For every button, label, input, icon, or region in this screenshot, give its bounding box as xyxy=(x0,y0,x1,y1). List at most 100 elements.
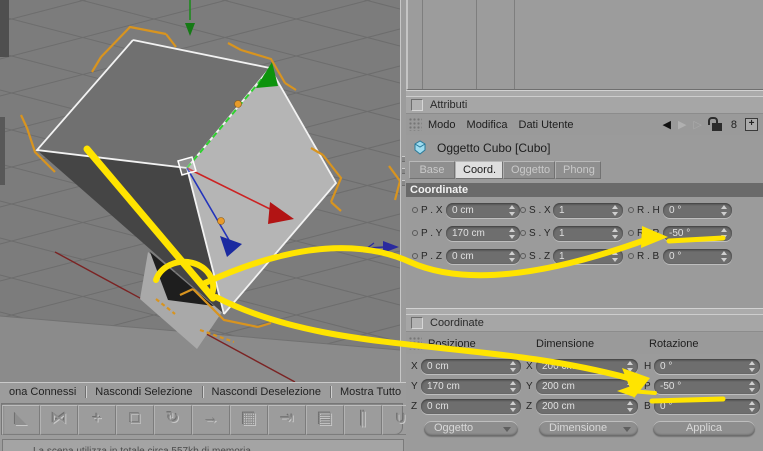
tab-base[interactable]: Base xyxy=(409,161,455,179)
column-divider xyxy=(514,0,515,89)
stepper-icon[interactable] xyxy=(612,250,619,262)
menu-item-seleziona-connessi[interactable]: ona Connessi xyxy=(0,386,85,398)
rotate-tool-icon[interactable]: ↻ xyxy=(154,405,192,435)
sy-field[interactable]: 1 xyxy=(553,225,623,241)
anim-dot-icon[interactable] xyxy=(628,207,634,213)
object-title: Oggetto Cubo [Cubo] xyxy=(437,140,551,155)
create-polygon-tool-icon[interactable]: □ xyxy=(116,405,154,435)
stepper-icon[interactable] xyxy=(612,227,619,239)
mesh-edit-menubar: ona Connessi Nascondi Selezione Nascondi… xyxy=(0,382,406,401)
stepper-icon[interactable] xyxy=(509,204,516,216)
anim-dot-icon[interactable] xyxy=(412,207,418,213)
applica-button[interactable]: Applica xyxy=(653,421,755,436)
column-dimensione: Dimensione xyxy=(536,337,595,350)
dim-z-field[interactable]: 200 cm xyxy=(536,398,638,414)
history-forward-icon[interactable]: ▶ xyxy=(678,118,686,131)
stepper-icon[interactable] xyxy=(612,204,619,216)
tab-phong[interactable]: Phong xyxy=(555,161,601,179)
mirror-tool-icon[interactable]: ⋈ xyxy=(40,405,78,435)
gizmo-center-handle[interactable] xyxy=(177,156,197,176)
anim-dot-icon[interactable] xyxy=(628,253,634,259)
stepper-icon[interactable] xyxy=(509,250,516,262)
anim-dot-icon[interactable] xyxy=(520,230,526,236)
anim-dot-icon[interactable] xyxy=(520,207,526,213)
menu-item-nascondi-selezione[interactable]: Nascondi Selezione xyxy=(85,386,201,398)
menu-modifica[interactable]: Modifica xyxy=(467,119,519,131)
coordinate-section-header: Coordinate xyxy=(406,183,763,197)
coord-x-dim-row: X 200 cm xyxy=(526,358,640,374)
rb-field[interactable]: 0 ° xyxy=(663,248,732,264)
rot-b-field[interactable]: 0 ° xyxy=(654,398,760,414)
sz-field[interactable]: 1 xyxy=(553,248,623,264)
attributes-titlebar[interactable]: Attributi xyxy=(406,96,763,114)
rot-p-field[interactable]: -50 ° xyxy=(654,378,760,394)
pos-y-field[interactable]: 170 cm xyxy=(421,378,521,394)
object-manager-empty[interactable] xyxy=(406,0,763,90)
sx-field[interactable]: 1 xyxy=(553,202,623,218)
menu-item-mostra-tutto[interactable]: Mostra Tutto xyxy=(329,386,406,398)
anim-dot-icon[interactable] xyxy=(412,230,418,236)
viewport-canvas[interactable] xyxy=(0,0,400,382)
py-field[interactable]: 170 cm xyxy=(446,225,520,241)
move-points-tool-icon[interactable]: + xyxy=(78,405,116,435)
history-back-icon[interactable]: ◀ xyxy=(662,118,670,131)
matrix-extrude-tool-icon[interactable]: ▦ xyxy=(230,405,268,435)
link-icon[interactable]: 8 xyxy=(731,119,737,131)
rb-value: 0 ° xyxy=(669,250,682,262)
disconnect-tool-icon[interactable]: ⇥ xyxy=(268,405,306,435)
drag-grip-icon[interactable] xyxy=(409,337,422,350)
oggetto-dropdown[interactable]: Oggetto xyxy=(424,421,518,436)
menu-modo[interactable]: Modo xyxy=(428,119,467,131)
stepper-icon[interactable] xyxy=(627,400,634,412)
anim-dot-icon[interactable] xyxy=(412,253,418,259)
rh-field[interactable]: 0 ° xyxy=(663,202,732,218)
rot-h-field[interactable]: 0 ° xyxy=(654,358,760,374)
dim-y-field[interactable]: 200 cm xyxy=(536,378,638,394)
menu-item-nascondi-deselezione[interactable]: Nascondi Deselezione xyxy=(201,386,330,398)
pos-z-field[interactable]: 0 cm xyxy=(421,398,521,414)
pz-label: P . Z xyxy=(421,250,442,262)
anim-dot-icon[interactable] xyxy=(520,253,526,259)
z-label: Z xyxy=(411,400,418,412)
stepper-icon[interactable] xyxy=(749,360,756,372)
viewport-left-remnant xyxy=(0,117,5,185)
stepper-icon[interactable] xyxy=(749,400,756,412)
px-field[interactable]: 0 cm xyxy=(446,202,520,218)
pz-field[interactable]: 0 cm xyxy=(446,248,520,264)
stepper-icon[interactable] xyxy=(721,250,728,262)
pos-x-field[interactable]: 0 cm xyxy=(421,358,521,374)
panel-pin-checkbox[interactable] xyxy=(411,99,423,111)
add-panel-icon[interactable]: + xyxy=(745,118,758,131)
lock-icon[interactable] xyxy=(707,116,722,131)
coord-y-dim-row: Y 200 cm xyxy=(526,378,640,394)
weld-tool-icon[interactable]: ∥ xyxy=(344,405,382,435)
point-order-tool-icon[interactable]: → xyxy=(192,405,230,435)
stepper-icon[interactable] xyxy=(721,204,728,216)
rp-field[interactable]: -50 ° xyxy=(663,225,732,241)
extrude-tool-icon[interactable]: ▤ xyxy=(306,405,344,435)
menu-dati-utente[interactable]: Dati Utente xyxy=(519,119,585,131)
coordinates-titlebar[interactable]: Coordinate xyxy=(406,314,763,332)
stepper-icon[interactable] xyxy=(510,360,517,372)
stepper-icon[interactable] xyxy=(627,360,634,372)
stepper-icon[interactable] xyxy=(510,400,517,412)
anim-dot-icon[interactable] xyxy=(628,230,634,236)
edge-midpoint-handle[interactable] xyxy=(234,100,242,108)
tab-oggetto[interactable]: Oggetto xyxy=(503,161,555,179)
knife-tool-icon[interactable]: ◣ xyxy=(2,405,40,435)
stepper-icon[interactable] xyxy=(627,380,634,392)
stepper-icon[interactable] xyxy=(749,380,756,392)
dimensione-dropdown[interactable]: Dimensione xyxy=(539,421,638,436)
history-forward2-icon[interactable]: ▷ xyxy=(693,118,701,131)
drag-grip-icon[interactable] xyxy=(409,118,422,131)
stepper-icon[interactable] xyxy=(509,227,516,239)
tab-coord[interactable]: Coord. xyxy=(455,161,503,179)
sz-row: S . Z 1 xyxy=(520,248,624,264)
pos-x-value: 0 cm xyxy=(427,360,449,372)
panel-pin-checkbox[interactable] xyxy=(411,317,423,329)
edge-midpoint-handle[interactable] xyxy=(217,217,225,225)
rp-row: R . P -50 ° xyxy=(628,225,732,241)
stepper-icon[interactable] xyxy=(721,227,728,239)
dim-x-field[interactable]: 200 cm xyxy=(536,358,638,374)
stepper-icon[interactable] xyxy=(510,380,517,392)
